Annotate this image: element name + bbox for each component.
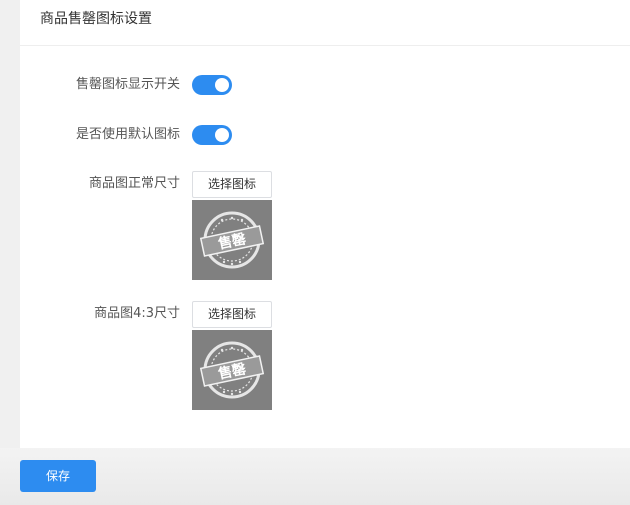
normal-size-select-icon-button[interactable]: 选择图标	[192, 171, 272, 198]
ratio-size-preview: 售罄	[192, 330, 272, 410]
show-switch-label: 售罄图标显示开关	[75, 77, 180, 92]
sold-out-stamp-icon: 售罄	[199, 341, 265, 399]
toggle-knob	[215, 78, 229, 92]
normal-size-preview: 售罄	[192, 200, 272, 280]
save-button[interactable]: 保存	[20, 460, 96, 492]
panel-header: 商品售罄图标设置	[20, 0, 630, 46]
footer-bar: 保存	[0, 448, 630, 505]
panel-title: 商品售罄图标设置	[40, 11, 152, 27]
settings-panel: 商品售罄图标设置 售罄图标显示开关 是否使用默认图标 商品图正常尺寸 选择图标 …	[20, 0, 630, 448]
use-default-toggle[interactable]	[192, 125, 232, 145]
show-switch-toggle[interactable]	[192, 75, 232, 95]
use-default-label: 是否使用默认图标	[75, 127, 180, 142]
ratio-size-select-icon-button[interactable]: 选择图标	[192, 301, 272, 328]
normal-size-label: 商品图正常尺寸	[88, 176, 180, 191]
page: 商品售罄图标设置 售罄图标显示开关 是否使用默认图标 商品图正常尺寸 选择图标 …	[0, 0, 630, 505]
sold-out-stamp-icon: 售罄	[199, 211, 265, 269]
toggle-knob	[215, 128, 229, 142]
ratio-size-label: 商品图4:3尺寸	[94, 306, 180, 321]
